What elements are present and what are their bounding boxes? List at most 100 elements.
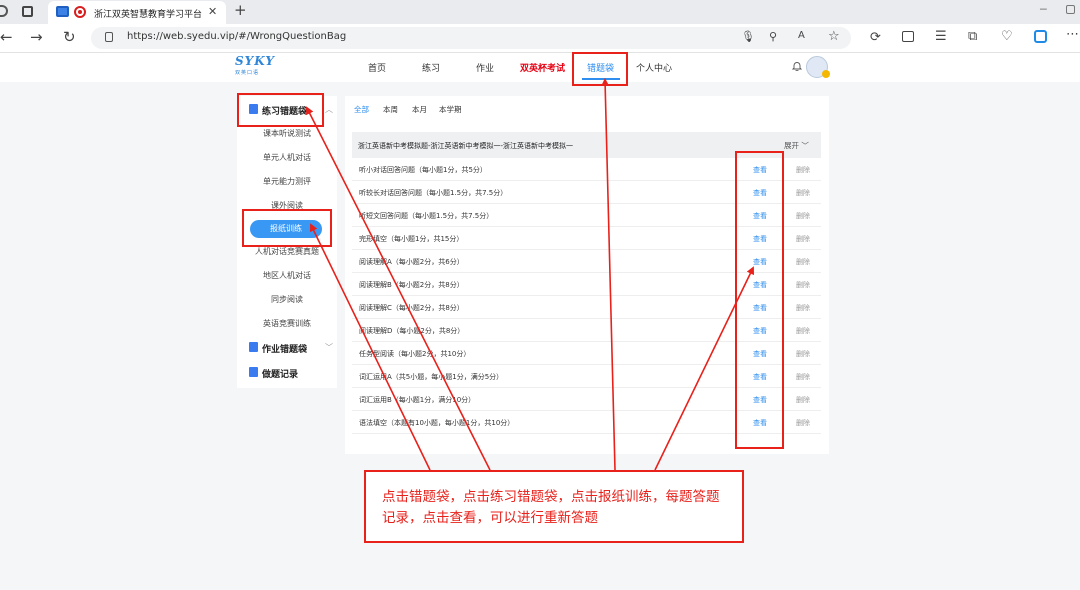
view-button[interactable]: 查看: [753, 326, 767, 336]
nav-active-indicator: [582, 78, 620, 80]
sidebar-group-records[interactable]: 做题记录: [237, 362, 337, 384]
nav-home[interactable]: 首页: [368, 61, 386, 74]
nav-wrong-question-bag[interactable]: 错题袋: [587, 61, 614, 74]
question-title: 听短文回答问题（每小题1.5分，共7.5分）: [359, 212, 494, 220]
logo-text: SYKY: [235, 54, 275, 68]
view-button[interactable]: 查看: [753, 280, 767, 290]
back-icon[interactable]: ←: [0, 30, 13, 45]
collections-icon[interactable]: ⧉: [968, 30, 977, 43]
notebook-icon: [249, 104, 258, 114]
delete-button[interactable]: 删除: [796, 372, 810, 382]
main-panel: 全部 本周 本月 本学期 浙江英语新中考模拟题-浙江英语新中考模拟一-浙江英语新…: [345, 96, 829, 454]
restore-icon[interactable]: [1066, 5, 1075, 14]
tab-actions-icon[interactable]: [22, 6, 33, 17]
row-divider: [782, 279, 784, 290]
sidebar: 练习错题袋 ︿ 课本听说测试 单元人机对话 单元能力测评 课外阅读 报纸训练 人…: [237, 96, 337, 388]
nav-homework[interactable]: 作业: [476, 61, 494, 74]
browser-tab[interactable]: 浙江双英智慧教育学习平台 ✕: [48, 1, 226, 24]
forward-icon[interactable]: →: [30, 30, 43, 45]
sidebar-item-contest-dialogue[interactable]: 人机对话竞赛真题: [237, 242, 337, 262]
sidebar-item-textbook-test[interactable]: 课本听说测试: [237, 124, 337, 144]
delete-button[interactable]: 删除: [796, 418, 810, 428]
view-button[interactable]: 查看: [753, 234, 767, 244]
view-button[interactable]: 查看: [753, 395, 767, 405]
question-row: 任务型阅读（每小题2分，共10分） 查看 删除: [352, 342, 821, 365]
browser-essentials-icon[interactable]: ♡: [1001, 30, 1013, 43]
read-aloud-icon[interactable]: A: [798, 31, 805, 41]
question-title: 阅读理解C（每小题2分，共8分）: [359, 304, 464, 312]
question-group-header[interactable]: 浙江英语新中考模拟题-浙江英语新中考模拟一-浙江英语新中考模拟一 展开 ﹀: [352, 132, 821, 158]
question-title: 听较长对话回答问题（每小题1.5分，共7.5分）: [359, 189, 508, 197]
view-button[interactable]: 查看: [753, 349, 767, 359]
question-title: 阅读理解D（每小题2分，共8分）: [359, 327, 465, 335]
sidebar-item-unit-assessment[interactable]: 单元能力测评: [237, 172, 337, 192]
delete-button[interactable]: 删除: [796, 165, 810, 175]
view-button[interactable]: 查看: [753, 418, 767, 428]
delete-button[interactable]: 删除: [796, 280, 810, 290]
filter-all[interactable]: 全部: [354, 104, 369, 115]
favorite-icon[interactable]: ☆: [828, 30, 840, 43]
delete-button[interactable]: 删除: [796, 349, 810, 359]
record-list-icon: [249, 367, 258, 377]
filter-this-semester[interactable]: 本学期: [439, 104, 462, 115]
question-row: 阅读理解C（每小题2分，共8分） 查看 删除: [352, 296, 821, 319]
question-title: 词汇运用B（每小题1分，满分10分）: [359, 396, 476, 404]
edge-copilot-icon[interactable]: [1034, 30, 1047, 43]
split-screen-icon[interactable]: [902, 31, 914, 42]
view-button[interactable]: 查看: [753, 165, 767, 175]
delete-button[interactable]: 删除: [796, 303, 810, 313]
view-button[interactable]: 查看: [753, 303, 767, 313]
minimize-icon[interactable]: ─: [1040, 4, 1047, 15]
sidebar-group-homework[interactable]: 作业错题袋 ﹀: [237, 337, 337, 359]
chevron-down-icon[interactable]: ﹀: [325, 342, 333, 353]
group-title: 浙江英语新中考模拟题-浙江英语新中考模拟一-浙江英语新中考模拟一: [358, 142, 574, 150]
bell-icon[interactable]: [792, 61, 802, 71]
profile-icon[interactable]: [0, 5, 8, 17]
address-bar[interactable]: https://web.syedu.vip/#/WrongQuestionBag…: [91, 27, 851, 49]
delete-button[interactable]: 删除: [796, 188, 810, 198]
nav-practice[interactable]: 练习: [422, 61, 440, 74]
more-icon[interactable]: ⋯: [1066, 28, 1079, 41]
question-title: 阅读理解A（每小题2分，共6分）: [359, 258, 464, 266]
microphone-icon[interactable]: 🎙︎: [741, 31, 755, 42]
view-button[interactable]: 查看: [753, 188, 767, 198]
sidebar-item-unit-dialogue[interactable]: 单元人机对话: [237, 148, 337, 168]
view-button[interactable]: 查看: [753, 211, 767, 221]
new-tab-icon[interactable]: +: [234, 3, 247, 18]
delete-button[interactable]: 删除: [796, 234, 810, 244]
zoom-icon[interactable]: ⚲: [769, 31, 777, 42]
nav-personal-center[interactable]: 个人中心: [636, 61, 672, 74]
chevron-down-icon: ﹀: [801, 141, 809, 150]
extension-icon[interactable]: ⟳: [870, 31, 881, 44]
sidebar-group-label: 作业错题袋: [262, 345, 308, 355]
nav-exam[interactable]: 双英杯考试: [520, 61, 565, 74]
sidebar-item-contest-training[interactable]: 英语竞赛训练: [237, 314, 337, 334]
refresh-icon[interactable]: ↻: [63, 30, 76, 45]
row-divider: [782, 164, 784, 175]
filter-this-week[interactable]: 本周: [383, 104, 398, 115]
delete-button[interactable]: 删除: [796, 211, 810, 221]
sidebar-item-extra-reading[interactable]: 课外阅读: [237, 196, 337, 216]
url-text[interactable]: https://web.syedu.vip/#/WrongQuestionBag: [127, 31, 346, 42]
delete-button[interactable]: 删除: [796, 395, 810, 405]
sidebar-item-regional-dialogue[interactable]: 地区人机对话: [237, 266, 337, 286]
site-header: SYKY 双英口语 首页 练习 作业 双英杯考试 错题袋 个人中心: [0, 53, 1080, 82]
expand-toggle[interactable]: 展开 ﹀: [784, 140, 809, 151]
row-divider: [782, 325, 784, 336]
question-title: 阅读理解B（每小题2分，共8分）: [359, 281, 464, 289]
filter-this-month[interactable]: 本月: [412, 104, 427, 115]
site-info-icon[interactable]: [105, 32, 113, 42]
sidebar-item-sync-reading[interactable]: 同步阅读: [237, 290, 337, 310]
sidebar-group-label: 做题记录: [262, 370, 299, 380]
favorites-list-icon[interactable]: ☰: [935, 30, 947, 43]
delete-button[interactable]: 删除: [796, 257, 810, 267]
view-button[interactable]: 查看: [753, 257, 767, 267]
chevron-up-icon[interactable]: ︿: [325, 104, 333, 115]
sidebar-group-practice[interactable]: 练习错题袋 ︿: [237, 99, 337, 121]
delete-button[interactable]: 删除: [796, 326, 810, 336]
site-logo[interactable]: SYKY 双英口语: [231, 53, 279, 81]
close-tab-icon[interactable]: ✕: [208, 5, 217, 18]
question-row: 听短文回答问题（每小题1.5分，共7.5分） 查看 删除: [352, 204, 821, 227]
view-button[interactable]: 查看: [753, 372, 767, 382]
sidebar-item-newspaper-training[interactable]: 报纸训练: [250, 220, 322, 238]
